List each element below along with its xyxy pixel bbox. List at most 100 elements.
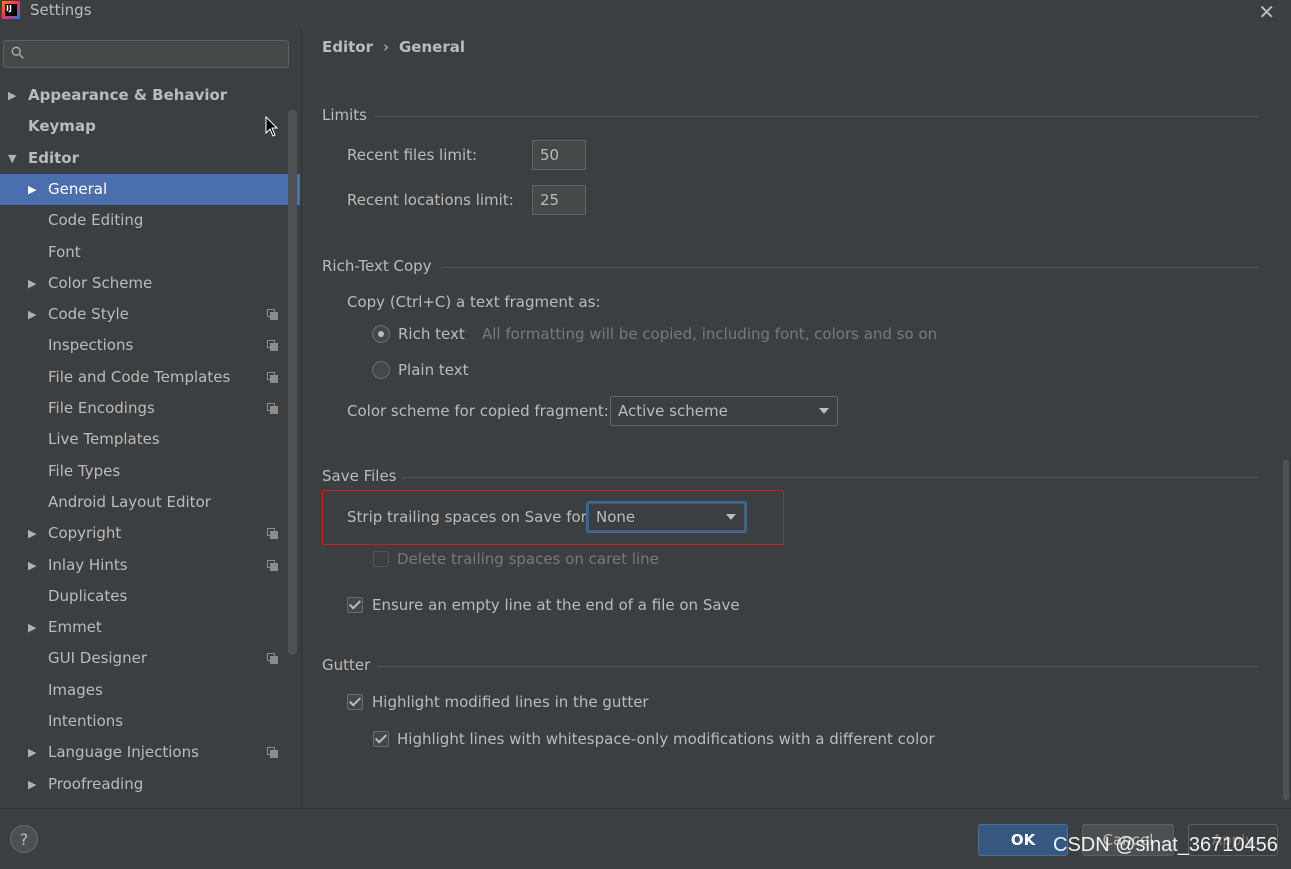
close-icon[interactable]: ✕ xyxy=(1258,0,1275,24)
sidebar-item-label: Inlay Hints xyxy=(48,555,128,574)
sidebar-item-proofreading[interactable]: ▶ Proofreading xyxy=(0,769,300,800)
delete-caret-label[interactable]: Delete trailing spaces on caret line xyxy=(397,550,659,568)
sidebar-item-emmet[interactable]: ▶ Emmet xyxy=(0,612,300,643)
highlight-modified-checkbox[interactable] xyxy=(347,694,363,710)
sidebar-item-images[interactable]: Images xyxy=(0,675,300,706)
chevron-right-icon[interactable]: ▶ xyxy=(28,550,36,581)
ensure-empty-line-checkbox[interactable] xyxy=(347,597,363,613)
project-level-icon xyxy=(267,340,278,352)
sidebar-item-label: Proofreading xyxy=(48,774,144,793)
strip-spaces-dropdown[interactable]: None xyxy=(587,502,746,532)
delete-caret-checkbox[interactable] xyxy=(373,551,389,567)
highlight-modified-label[interactable]: Highlight modified lines in the gutter xyxy=(372,693,649,711)
chevron-right-icon[interactable]: ▶ xyxy=(28,174,36,205)
sidebar-item-label: Keymap xyxy=(28,117,96,136)
search-input[interactable] xyxy=(3,40,289,68)
chevron-right-icon[interactable]: ▶ xyxy=(28,737,36,768)
save-files-section-title: Save Files xyxy=(322,467,397,485)
chevron-down-icon xyxy=(819,408,829,414)
breadcrumb-parent[interactable]: Editor xyxy=(322,38,373,56)
recent-locations-label: Recent locations limit: xyxy=(347,191,514,209)
highlight-whitespace-label[interactable]: Highlight lines with whitespace-only mod… xyxy=(397,730,935,748)
sidebar-item-copyright[interactable]: ▶ Copyright xyxy=(0,518,300,549)
sidebar-item-color-scheme[interactable]: ▶ Color Scheme xyxy=(0,268,300,299)
sidebar-item-code-style[interactable]: ▶ Code Style xyxy=(0,299,300,330)
sidebar-item-android-layout-editor[interactable]: Android Layout Editor xyxy=(0,487,300,518)
strip-spaces-value: None xyxy=(596,508,636,526)
rich-text-radio[interactable] xyxy=(372,325,390,343)
sidebar-item-keymap[interactable]: Keymap xyxy=(0,111,300,142)
sidebar-item-font[interactable]: Font xyxy=(0,237,300,268)
settings-content: Editor › General Limits Recent files limit… xyxy=(302,28,1291,808)
project-level-icon xyxy=(267,559,278,571)
ensure-empty-line-label[interactable]: Ensure an empty line at the end of a fil… xyxy=(372,596,740,614)
color-scheme-dropdown[interactable]: Active scheme xyxy=(610,396,838,426)
chevron-right-icon[interactable]: ▶ xyxy=(28,268,36,299)
sidebar-item-file-encodings[interactable]: File Encodings xyxy=(0,393,300,424)
sidebar-item-label: Intentions xyxy=(48,712,124,730)
rich-text-divider xyxy=(442,267,1259,268)
sidebar-item-inspections[interactable]: Inspections xyxy=(0,330,300,361)
chevron-down-icon xyxy=(726,514,736,520)
sidebar-item-label: Inspections xyxy=(48,336,134,355)
sidebar-item-label: Code Style xyxy=(48,305,129,324)
sidebar-item-label: Editor xyxy=(28,148,79,167)
color-scheme-value: Active scheme xyxy=(618,402,728,420)
sidebar-item-label: Android Layout Editor xyxy=(48,492,211,511)
help-button[interactable]: ? xyxy=(10,825,38,853)
sidebar-item-file-and-code-templates[interactable]: File and Code Templates xyxy=(0,362,300,393)
color-scheme-label: Color scheme for copied fragment: xyxy=(347,402,609,420)
save-files-divider xyxy=(402,477,1259,478)
sidebar-item-label: GUI Designer xyxy=(48,649,147,668)
chevron-right-icon[interactable]: ▶ xyxy=(28,612,36,643)
rich-text-label[interactable]: Rich text xyxy=(398,325,465,343)
chevron-right-icon[interactable]: ▶ xyxy=(28,518,36,549)
content-scrollbar[interactable] xyxy=(1283,460,1289,800)
sidebar-item-code-editing[interactable]: Code Editing xyxy=(0,205,300,236)
sidebar-item-duplicates[interactable]: Duplicates xyxy=(0,581,300,612)
sidebar-item-label: Font xyxy=(48,242,81,261)
sidebar-item-label: Code Editing xyxy=(48,211,144,230)
project-level-icon xyxy=(267,403,278,414)
sidebar-item-appearance-behavior[interactable]: ▶ Appearance & Behavior xyxy=(0,80,300,111)
sidebar-item-label: Appearance & Behavior xyxy=(28,86,228,104)
sidebar-item-label: File Types xyxy=(48,461,121,480)
sidebar-item-file-types[interactable]: File Types xyxy=(0,456,300,487)
breadcrumb: Editor › General xyxy=(322,38,465,56)
window-title: Settings xyxy=(30,1,92,19)
chevron-right-icon[interactable]: ▶ xyxy=(28,299,36,330)
search-icon xyxy=(11,46,24,59)
copy-fragment-label: Copy (Ctrl+C) a text fragment as: xyxy=(347,293,601,311)
limits-divider xyxy=(375,116,1259,117)
sidebar-item-label: Language Injections xyxy=(48,743,199,762)
sidebar-scrollbar[interactable] xyxy=(288,110,297,655)
recent-files-input[interactable]: 50 xyxy=(532,140,586,170)
settings-sidebar: ▶ Appearance & Behavior Keymap ▼ Editor ▶ Gene… xyxy=(0,28,302,808)
sidebar-item-language-injections[interactable]: ▶ Language Injections xyxy=(0,737,300,768)
plain-text-radio[interactable] xyxy=(372,361,390,379)
recent-locations-input[interactable]: 25 xyxy=(532,185,586,215)
chevron-right-icon[interactable]: ▶ xyxy=(28,769,36,800)
plain-text-label[interactable]: Plain text xyxy=(398,361,468,379)
sidebar-item-editor[interactable]: ▼ Editor xyxy=(0,143,300,174)
project-level-icon xyxy=(267,653,278,665)
sidebar-item-gui-designer[interactable]: GUI Designer xyxy=(0,643,300,674)
strip-spaces-label: Strip trailing spaces on Save for: xyxy=(347,508,592,526)
project-level-icon xyxy=(267,371,278,383)
sidebar-item-intentions[interactable]: Intentions xyxy=(0,706,300,737)
sidebar-item-live-templates[interactable]: Live Templates xyxy=(0,424,300,455)
project-level-icon xyxy=(267,747,278,759)
chevron-down-icon[interactable]: ▼ xyxy=(8,143,16,174)
intellij-logo-icon: IJ xyxy=(2,1,20,19)
sidebar-item-label: Images xyxy=(48,680,103,699)
sidebar-item-label: Duplicates xyxy=(48,586,128,605)
limits-section-title: Limits xyxy=(322,106,367,124)
highlight-whitespace-checkbox[interactable] xyxy=(373,731,389,747)
rich-text-hint: All formatting will be copied, including… xyxy=(482,325,938,343)
recent-files-label: Recent files limit: xyxy=(347,146,478,164)
sidebar-item-inlay-hints[interactable]: ▶ Inlay Hints xyxy=(0,550,300,581)
project-level-icon xyxy=(267,309,278,321)
sidebar-item-general[interactable]: ▶ General xyxy=(0,173,300,205)
breadcrumb-separator: › xyxy=(383,38,389,56)
chevron-right-icon[interactable]: ▶ xyxy=(8,80,16,111)
